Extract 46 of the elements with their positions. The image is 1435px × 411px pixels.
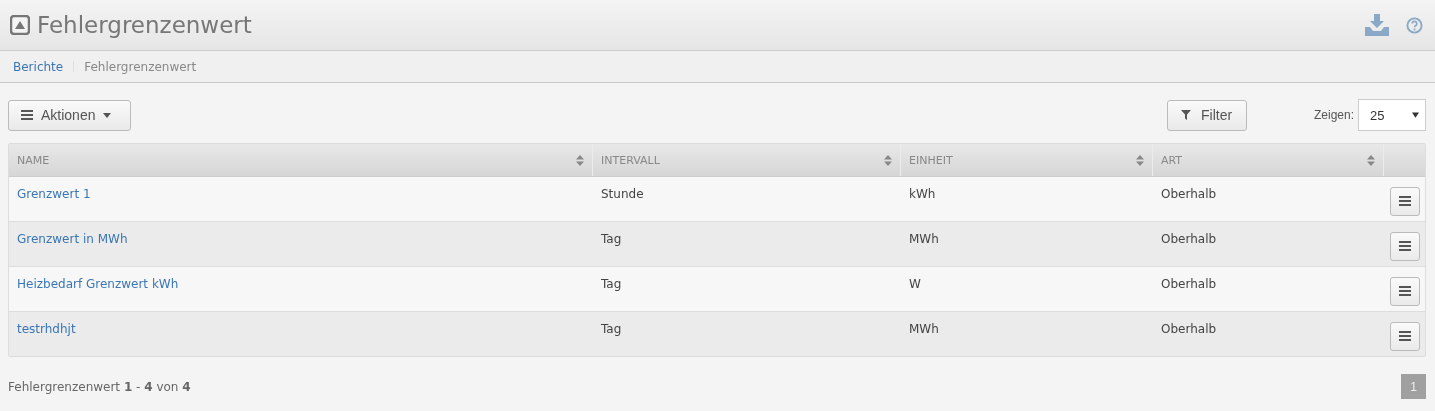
column-header[interactable]: INTERVALL	[593, 144, 901, 176]
sort-icon	[1367, 154, 1375, 166]
table-cell: Tag	[601, 277, 622, 291]
table-cell: Oberhalb	[1161, 322, 1217, 336]
column-header[interactable]: NAME	[9, 144, 593, 176]
menu-icon	[1398, 331, 1411, 341]
collapse-icon[interactable]	[10, 15, 30, 35]
dropdown-caret-icon	[1412, 112, 1419, 118]
column-header[interactable]: ART	[1153, 144, 1384, 176]
sort-icon	[576, 154, 584, 166]
breadcrumb-link[interactable]: Berichte	[13, 59, 64, 74]
menu-icon	[1398, 241, 1411, 251]
row-name-link[interactable]: testrhdhjt	[17, 322, 76, 336]
results-summary: Fehlergrenzenwert 1 - 4 von 4	[8, 379, 191, 394]
breadcrumb-current: Fehlergrenzenwert	[84, 59, 197, 74]
table-cell: Oberhalb	[1161, 232, 1217, 246]
show-label: Zeigen:	[1313, 108, 1354, 122]
table-cell: Stunde	[601, 187, 644, 201]
page-size-select[interactable]: 25	[1358, 99, 1426, 131]
row-name-link[interactable]: Grenzwert in MWh	[17, 232, 128, 246]
caret-icon	[103, 112, 112, 118]
table-cell: Oberhalb	[1161, 187, 1217, 201]
table-cell: Tag	[601, 322, 622, 336]
table-cell: Tag	[601, 232, 622, 246]
sort-icon	[1136, 154, 1144, 166]
row-menu-button[interactable]	[1389, 231, 1420, 261]
menu-icon	[1398, 286, 1411, 296]
page-button[interactable]: 1	[1401, 374, 1426, 399]
column-header[interactable]: EINHEIT	[901, 144, 1153, 176]
row-menu-button[interactable]	[1389, 321, 1420, 351]
row-name-link[interactable]: Heizbedarf Grenzwert kWh	[17, 277, 179, 291]
table-cell: kWh	[909, 187, 936, 201]
actions-button[interactable]: Aktionen	[8, 99, 131, 131]
table-cell: Oberhalb	[1161, 277, 1217, 291]
table-cell: MWh	[909, 322, 939, 336]
menu-icon	[21, 110, 33, 120]
filter-button[interactable]: Filter	[1166, 99, 1247, 131]
row-name-link[interactable]: Grenzwert 1	[17, 187, 91, 201]
row-menu-button[interactable]	[1389, 276, 1420, 306]
table-cell: MWh	[909, 232, 939, 246]
filter-icon	[1180, 110, 1191, 120]
page-title: Fehlergrenzenwert	[37, 12, 252, 38]
table-cell: W	[909, 277, 921, 291]
sort-icon	[884, 154, 892, 166]
row-menu-button[interactable]	[1389, 186, 1420, 216]
menu-icon	[1398, 196, 1411, 206]
